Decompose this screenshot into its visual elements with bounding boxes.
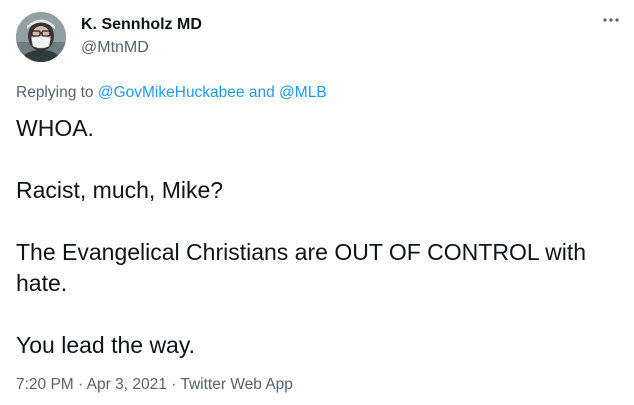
profile-photo-icon [16,12,66,62]
tweet-source[interactable]: Twitter Web App [180,376,293,393]
more-horizontal-icon [603,18,619,22]
tweet-card: K. Sennholz MD @MtnMD Replying to @GovMi… [0,0,634,405]
tweet-text: WHOA. Racist, much, Mike? The Evangelica… [16,113,616,392]
mention-link[interactable]: @GovMikeHuckabee [98,84,245,101]
author-display-name[interactable]: K. Sennholz MD [81,15,202,35]
meta-separator: · [78,376,84,393]
author-info: K. Sennholz MD @MtnMD [81,15,202,58]
tweet-metadata: 7:20 PM · Apr 3, 2021 · Twitter Web App [16,375,293,395]
tweet-paragraph: The Evangelical Christians are OUT OF CO… [16,239,587,296]
mention-link[interactable]: @MLB [279,84,327,101]
tweet-paragraph: WHOA. [16,115,94,141]
replying-prefix: Replying to [16,84,94,101]
meta-separator: · [171,376,177,393]
replying-conjunction: and [248,84,275,101]
tweet-paragraph: Racist, much, Mike? [16,177,224,203]
more-options-button[interactable] [600,12,622,28]
tweet-paragraph: You lead the way. [16,332,196,358]
avatar[interactable] [16,12,66,62]
replying-to-line: Replying to @GovMikeHuckabee and @MLB [16,83,327,103]
author-handle[interactable]: @MtnMD [81,38,202,58]
tweet-date[interactable]: Apr 3, 2021 [87,376,167,393]
tweet-time[interactable]: 7:20 PM [16,376,74,393]
